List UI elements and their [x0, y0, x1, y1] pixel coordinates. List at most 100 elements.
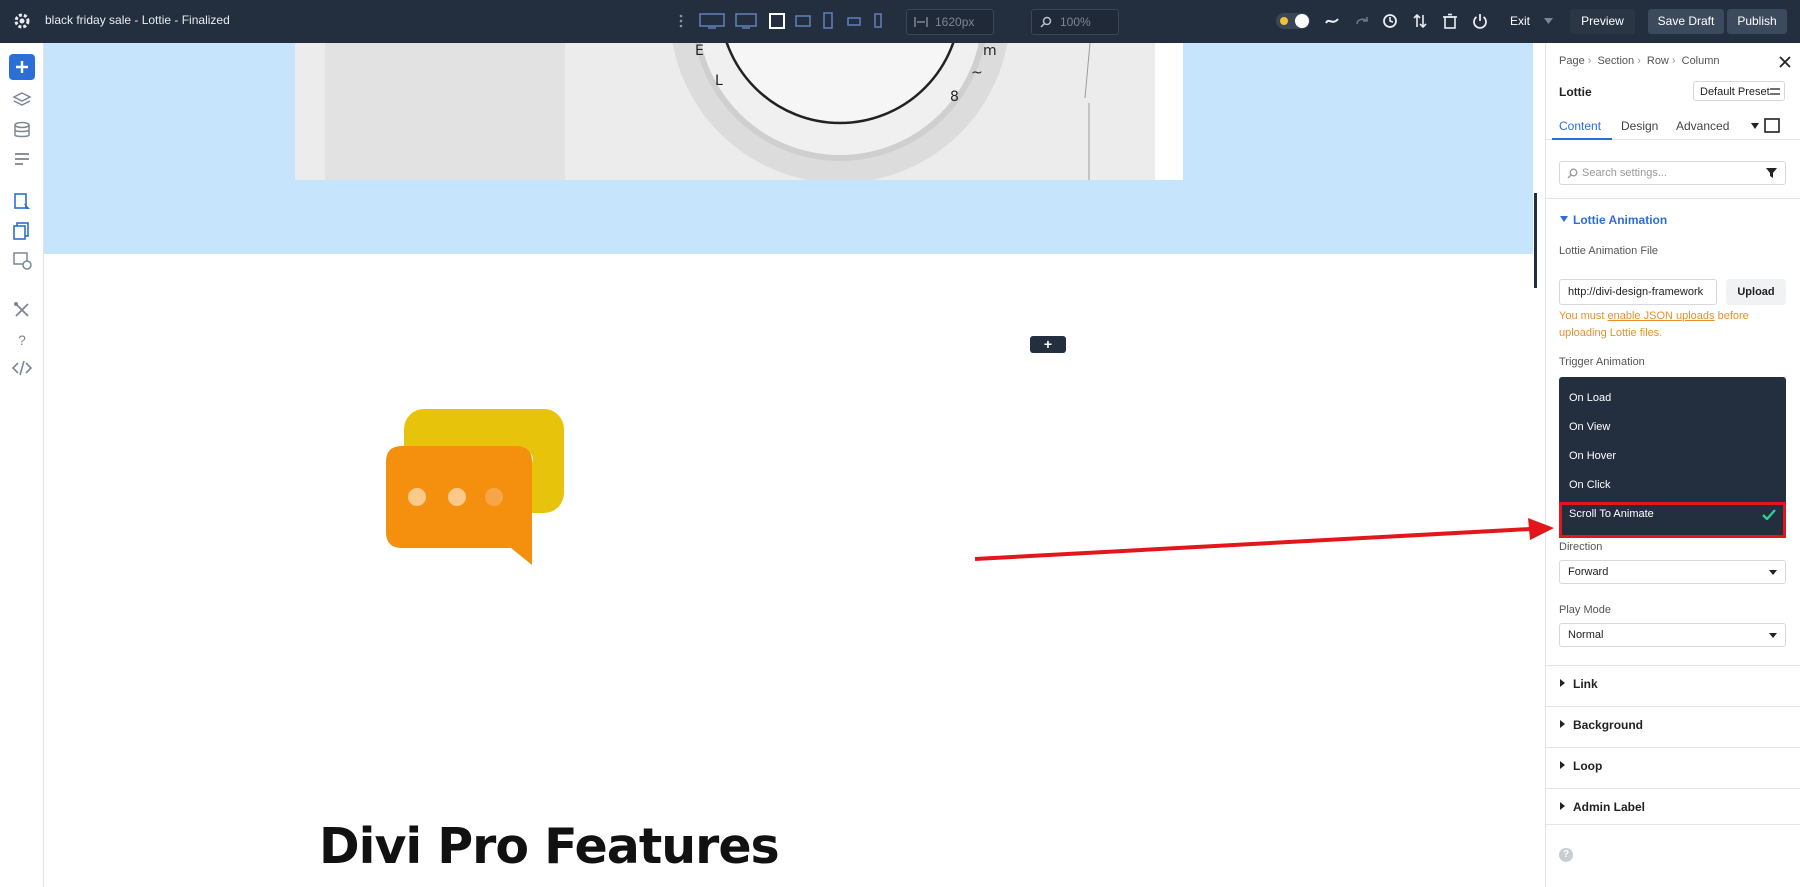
zoom-input[interactable]: 100%: [1031, 9, 1119, 35]
lottie-animation-section-title[interactable]: Lottie Animation: [1573, 213, 1667, 227]
phone-portrait-icon[interactable]: [873, 12, 883, 30]
desktop-wide-icon[interactable]: [699, 12, 725, 30]
lottie-file-input[interactable]: http://divi-design-framework: [1559, 279, 1717, 305]
selected-option-highlight: [1559, 502, 1786, 538]
breadcrumb-section[interactable]: Section: [1597, 55, 1634, 67]
lens-letter: m: [983, 43, 997, 59]
enable-json-uploads-link[interactable]: enable JSON uploads: [1608, 310, 1715, 322]
tab-content[interactable]: Content: [1559, 119, 1601, 133]
settings-tabs: Content Design Advanced: [1546, 111, 1800, 140]
section-background-title: Background: [1573, 718, 1644, 732]
left-toolbar: ?: [0, 43, 44, 887]
tools-icon[interactable]: [12, 300, 32, 320]
history-icon[interactable]: [1382, 13, 1398, 29]
desktop-icon[interactable]: [735, 12, 757, 30]
preset-label: Default Preset: [1700, 86, 1770, 98]
direction-select[interactable]: Forward: [1559, 560, 1786, 584]
wireframe-icon[interactable]: [1324, 13, 1340, 29]
direction-value: Forward: [1568, 566, 1609, 578]
option-on-hover[interactable]: On Hover: [1569, 450, 1616, 462]
breadcrumb: Page › Section › Row › Column: [1559, 55, 1720, 67]
tab-advanced[interactable]: Advanced: [1676, 119, 1729, 133]
builder-canvas[interactable]: E L m ~ 8 + Divi Pro Features: [44, 43, 1545, 887]
redo-icon[interactable]: [1354, 13, 1370, 29]
play-mode-select[interactable]: Normal: [1559, 623, 1786, 647]
tablet-portrait-icon[interactable]: [822, 12, 834, 30]
lens-letter: 8: [950, 89, 959, 105]
play-mode-value: Normal: [1568, 629, 1604, 641]
breadcrumb-page[interactable]: Page: [1559, 55, 1585, 67]
zoom-value: 100%: [1060, 15, 1091, 29]
warning-text: You must: [1559, 310, 1608, 322]
section-loop[interactable]: Loop: [1546, 747, 1800, 784]
module-name: Lottie: [1559, 85, 1592, 99]
option-on-load[interactable]: On Load: [1569, 392, 1611, 404]
section-link[interactable]: Link: [1546, 665, 1800, 702]
section-background[interactable]: Background: [1546, 706, 1800, 743]
code-icon[interactable]: [12, 358, 32, 378]
tablet-landscape-icon[interactable]: [795, 12, 811, 30]
play-mode-label: Play Mode: [1559, 604, 1611, 616]
option-on-view[interactable]: On View: [1569, 421, 1610, 433]
section-admin-label[interactable]: Admin Label: [1546, 788, 1800, 825]
help-icon[interactable]: ?: [1559, 848, 1573, 862]
template-clock-icon[interactable]: [12, 250, 32, 270]
divider: [1546, 198, 1800, 199]
section-link-title: Link: [1573, 677, 1598, 691]
tab-design[interactable]: Design: [1621, 119, 1658, 133]
breadcrumb-column[interactable]: Column: [1682, 55, 1720, 67]
lens-letter: E: [695, 43, 704, 59]
zoom-search-icon: [1040, 16, 1052, 28]
sort-arrows-icon[interactable]: [1412, 13, 1428, 29]
settings-panel: Page › Section › Row › Column Lottie Defaul…: [1545, 43, 1800, 887]
chevron-down-icon: [1769, 570, 1777, 575]
help-question-icon[interactable]: ?: [12, 330, 32, 350]
add-module-icon[interactable]: [9, 54, 35, 80]
exit-caret-icon[interactable]: [1544, 18, 1553, 24]
camera-lens-image[interactable]: E L m ~ 8: [295, 43, 1183, 180]
power-icon[interactable]: [1472, 13, 1488, 29]
page-cursor-icon[interactable]: [12, 192, 32, 212]
preset-selector[interactable]: Default Preset: [1693, 81, 1785, 101]
close-icon[interactable]: [1779, 56, 1791, 68]
active-tab-indicator: [1552, 138, 1612, 140]
canvas-scrollbar[interactable]: [1534, 193, 1537, 288]
save-draft-button[interactable]: Save Draft: [1648, 9, 1724, 34]
phone-landscape-icon[interactable]: [847, 12, 861, 30]
expand-panel-icon[interactable]: [1764, 118, 1780, 133]
caret-right-icon: [1560, 761, 1565, 769]
preview-button[interactable]: Preview: [1570, 9, 1635, 34]
canvas-width-input[interactable]: 1620px: [906, 9, 994, 35]
publish-button[interactable]: Publish: [1727, 9, 1787, 34]
add-row-button[interactable]: +: [1030, 336, 1066, 353]
more-vertical-icon[interactable]: [673, 13, 689, 29]
camera-lens-graphic: E L m ~ 8: [295, 43, 1183, 180]
layers-icon[interactable]: [12, 90, 32, 110]
chat-bubbles-lottie[interactable]: [377, 407, 567, 572]
section-admin-label-title: Admin Label: [1573, 800, 1646, 814]
exit-button[interactable]: Exit: [1500, 9, 1540, 34]
svg-text:?: ?: [18, 332, 26, 348]
layout-rows-icon[interactable]: [12, 149, 32, 169]
tabs-caret-icon[interactable]: [1751, 123, 1759, 129]
file-label: Lottie Animation File: [1559, 245, 1659, 257]
settings-search-input[interactable]: Search settings...: [1559, 161, 1786, 185]
page-title: black friday sale - Lottie - Finalized: [45, 13, 230, 27]
settings-gear-icon[interactable]: [12, 11, 32, 31]
json-upload-warning: You must enable JSON uploads before uplo…: [1559, 308, 1784, 342]
lens-letter: ~: [971, 65, 983, 81]
upload-button[interactable]: Upload: [1726, 279, 1786, 305]
pages-cursor-icon[interactable]: [12, 221, 32, 241]
trash-icon[interactable]: [1442, 13, 1458, 29]
filter-icon[interactable]: [1766, 168, 1777, 178]
theme-toggle[interactable]: [1276, 12, 1310, 30]
chevron-down-icon: [1769, 633, 1777, 638]
section-expanded-caret-icon[interactable]: [1560, 216, 1568, 222]
laptop-icon[interactable]: [768, 12, 786, 30]
breadcrumb-row[interactable]: Row: [1647, 55, 1669, 67]
direction-label: Direction: [1559, 541, 1603, 553]
caret-right-icon: [1560, 679, 1565, 687]
database-icon[interactable]: [12, 120, 32, 140]
divider: [1546, 824, 1800, 825]
option-on-click[interactable]: On Click: [1569, 479, 1611, 491]
